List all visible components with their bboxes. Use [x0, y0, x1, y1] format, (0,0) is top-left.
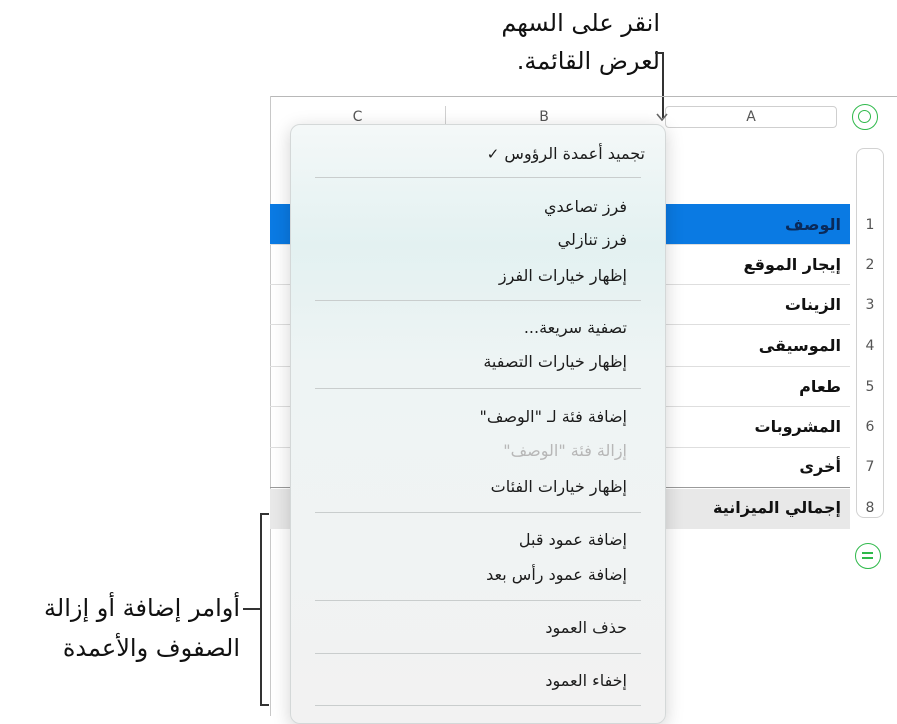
column-header-a-label: A: [746, 109, 756, 125]
callout-top-leader-tick: [655, 52, 663, 54]
menu-separator: [315, 177, 641, 178]
menu-item-add-column-after[interactable]: إضافة عمود رأس بعد: [317, 562, 627, 588]
callout-top-line1: انقر على السهم: [501, 9, 660, 37]
callout-bottom-line1: أوامر إضافة أو إزالة: [44, 594, 240, 622]
menu-separator: [315, 300, 641, 301]
menu-item-add-category[interactable]: إضافة فئة لـ "الوصف": [317, 404, 627, 430]
menu-item-add-column-before[interactable]: إضافة عمود قبل: [317, 527, 627, 553]
menu-item-show-category-options[interactable]: إظهار خيارات الفئات: [317, 474, 627, 500]
menu-item-delete-column[interactable]: حذف العمود: [317, 615, 627, 641]
row-number-3[interactable]: 3: [857, 297, 883, 313]
menu-item-sort-ascending[interactable]: فرز تصاعدي: [317, 194, 627, 220]
row-number-4[interactable]: 4: [857, 338, 883, 354]
cell-a3[interactable]: الزينات: [671, 295, 841, 314]
row-number-5[interactable]: 5: [857, 379, 883, 395]
bracket-top: [260, 513, 269, 515]
menu-item-freeze-headers[interactable]: تجميد أعمدة الرؤوس ✓: [315, 141, 645, 167]
menu-item-show-filter-options[interactable]: إظهار خيارات التصفية: [317, 349, 627, 375]
menu-separator: [315, 653, 641, 654]
menu-item-freeze-label: تجميد أعمدة الرؤوس: [504, 144, 645, 163]
cell-a2[interactable]: إيجار الموقع: [671, 255, 841, 274]
menu-item-quick-filter[interactable]: تصفية سريعة...: [317, 315, 627, 341]
bracket-bottom: [260, 704, 269, 706]
column-header-a[interactable]: A: [665, 106, 837, 128]
row-number-1[interactable]: 1: [857, 217, 883, 233]
menu-item-sort-descending[interactable]: فرز تنازلي: [317, 227, 627, 253]
checkmark-icon: ✓: [486, 145, 500, 163]
menu-item-hide-column[interactable]: إخفاء العمود: [317, 668, 627, 694]
cell-a8[interactable]: إجمالي الميزانية: [671, 498, 841, 517]
menu-separator: [315, 705, 641, 706]
cell-a5[interactable]: طعام: [671, 377, 841, 396]
menu-separator: [315, 512, 641, 513]
column-options-menu: تجميد أعمدة الرؤوس ✓ فرز تصاعدي فرز تناز…: [290, 124, 666, 724]
menu-item-show-sort-options[interactable]: إظهار خيارات الفرز: [317, 263, 627, 289]
row-number-6[interactable]: 6: [857, 419, 883, 435]
callout-click-arrow: انقر على السهم لعرض القائمة.: [440, 4, 660, 80]
cell-a4[interactable]: الموسيقى: [671, 336, 841, 355]
equals-icon-line: [862, 552, 873, 554]
add-row-handle[interactable]: [855, 543, 881, 569]
cell-a7[interactable]: أخرى: [671, 457, 841, 476]
row-number-8[interactable]: 8: [857, 500, 883, 516]
sheet-top-border: [270, 96, 897, 97]
menu-separator: [315, 600, 641, 601]
menu-separator: [315, 388, 641, 389]
menu-item-remove-category: إزالة فئة "الوصف": [503, 441, 627, 460]
bracket-pointer: [243, 608, 260, 610]
bracket-vertical: [260, 513, 262, 705]
row-number-2[interactable]: 2: [857, 257, 883, 273]
callout-bottom-line2: الصفوف والأعمدة: [62, 634, 240, 662]
table-select-handle[interactable]: [852, 104, 878, 130]
cell-a1[interactable]: الوصف: [671, 215, 841, 234]
callout-top-line2: لعرض القائمة.: [516, 47, 660, 75]
row-number-7[interactable]: 7: [857, 459, 883, 475]
cell-a6[interactable]: المشروبات: [671, 417, 842, 436]
equals-icon-line: [862, 557, 873, 559]
callout-add-remove: أوامر إضافة أو إزالة الصفوف والأعمدة: [30, 588, 240, 668]
